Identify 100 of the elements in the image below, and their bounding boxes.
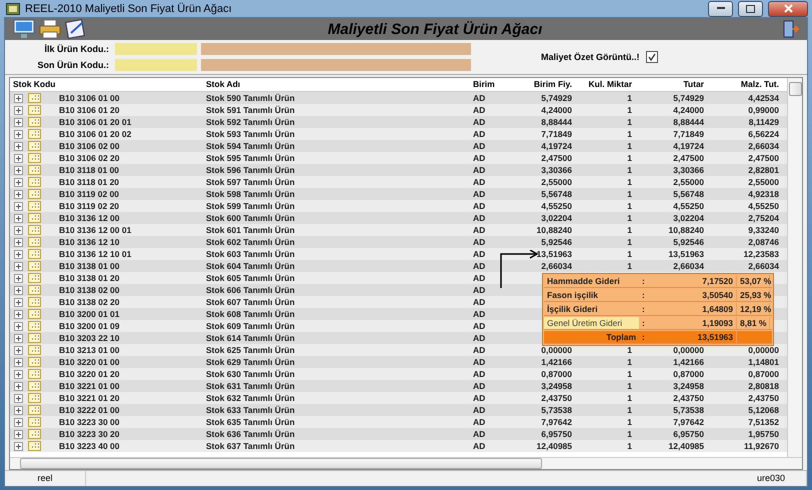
page-title: Maliyetli Son Fiyat Ürün Ağacı bbox=[326, 20, 544, 38]
table-cell-text: B10 3222 01 00 bbox=[58, 404, 120, 416]
table-cell-text: AD bbox=[472, 308, 486, 320]
table-cell-text: 5,92546 bbox=[672, 236, 705, 248]
column-header[interactable]: Tutar bbox=[635, 78, 707, 91]
table-cell-text: 2,75204 bbox=[747, 212, 780, 224]
table-cell-text: 4,24000 bbox=[540, 104, 573, 116]
table-cell-text: 3,24958 bbox=[540, 380, 573, 392]
table-cell-text: 4,19724 bbox=[672, 140, 705, 152]
table-cell-text: Stok 590 Tanımlı Ürün bbox=[205, 92, 296, 104]
table-cell-text: 2,43750 bbox=[540, 392, 573, 404]
table-cell-text: Stok 601 Tanımlı Ürün bbox=[205, 224, 296, 236]
table-cell-text: 2,55000 bbox=[672, 176, 705, 188]
cost-value: 3,50540 bbox=[659, 289, 737, 301]
table-cell-text: 1 bbox=[626, 392, 633, 404]
cost-percent: 12,19 % bbox=[737, 303, 770, 315]
table-cell-text: 1 bbox=[626, 344, 633, 356]
table-cell-text: 0,00000 bbox=[747, 344, 780, 356]
table-cell-text: Stok 630 Tanımlı Ürün bbox=[205, 368, 296, 380]
column-header[interactable]: Stok Kodu bbox=[10, 78, 203, 91]
table-cell-text: Stok 605 Tanımlı Ürün bbox=[205, 272, 296, 284]
table-cell-text: 4,24000 bbox=[672, 104, 705, 116]
table-cell-text: AD bbox=[472, 164, 486, 176]
table-cell-text: 2,43750 bbox=[672, 392, 705, 404]
table-cell-text: B10 3118 01 20 bbox=[58, 176, 120, 188]
table-cell-text: B10 3106 01 20 bbox=[58, 104, 120, 116]
colon-text: : bbox=[641, 303, 646, 315]
table-cell-text: 3,30366 bbox=[672, 164, 705, 176]
table-cell-text: 1 bbox=[626, 404, 633, 416]
column-header[interactable]: Birim Fiy. bbox=[510, 78, 575, 91]
table-cell-text: 5,92546 bbox=[540, 236, 573, 248]
table-cell-text: 1 bbox=[626, 188, 633, 200]
table-cell-text: AD bbox=[472, 176, 486, 188]
table-cell-text: AD bbox=[472, 296, 486, 308]
table-cell-text: Stok 595 Tanımlı Ürün bbox=[205, 152, 296, 164]
table-cell-text: 5,73538 bbox=[672, 404, 705, 416]
cost-percent: 8,81 % bbox=[737, 317, 770, 329]
table-cell-text: AD bbox=[472, 140, 486, 152]
table-cell-text: Stok 625 Tanımlı Ürün bbox=[205, 344, 296, 356]
table-cell-text: AD bbox=[472, 248, 486, 260]
table-cell-text: 5,74929 bbox=[540, 92, 573, 104]
window-title: REEL-2010 Maliyetli Son Fiyat Ürün Ağacı bbox=[25, 2, 233, 14]
table-cell-text: 0,87000 bbox=[747, 368, 780, 380]
status-text: ure030 bbox=[736, 471, 807, 486]
table-cell-text: B10 3223 40 00 bbox=[58, 440, 120, 452]
table-cell-text: Stok 596 Tanımlı Ürün bbox=[205, 164, 296, 176]
table-cell-text: AD bbox=[472, 236, 486, 248]
cost-label: Hammadde Gideri bbox=[546, 275, 621, 287]
total-label: Toplam bbox=[605, 331, 637, 343]
table-cell-text: 4,42534 bbox=[747, 92, 780, 104]
table-cell-text: 5,56748 bbox=[540, 188, 573, 200]
column-header[interactable]: Kul. Miktar bbox=[575, 78, 635, 91]
cost-value: 7,17520 bbox=[659, 275, 737, 287]
table-cell-text: 1 bbox=[626, 380, 633, 392]
table-cell-text: B10 3203 22 10 bbox=[58, 332, 120, 344]
table-cell-text: AD bbox=[472, 272, 486, 284]
table-cell-text: B10 3106 01 20 02 bbox=[58, 128, 132, 140]
table-cell-text: 2,66034 bbox=[672, 260, 705, 272]
table-cell-text: AD bbox=[472, 332, 486, 344]
status-text: reel bbox=[5, 471, 86, 486]
table-cell-text: 1,14801 bbox=[747, 356, 780, 368]
colon-text: : bbox=[641, 275, 646, 287]
column-header[interactable]: Birim bbox=[470, 78, 510, 91]
table-cell-text: B10 3138 02 20 bbox=[58, 296, 120, 308]
table-cell-text: 1 bbox=[626, 200, 633, 212]
table-cell-text: 7,97642 bbox=[672, 416, 705, 428]
column-header[interactable]: Malz. Tut. bbox=[707, 78, 782, 91]
column-header[interactable]: Stok Adı bbox=[203, 78, 470, 91]
table-cell-text: 2,47500 bbox=[672, 152, 705, 164]
table-cell-text: 1 bbox=[626, 440, 633, 452]
table-cell-text: B10 3136 12 10 01 bbox=[58, 248, 132, 260]
table-cell-text: Stok 607 Tanımlı Ürün bbox=[205, 296, 296, 308]
table-cell-text: Stok 597 Tanımlı Ürün bbox=[205, 176, 296, 188]
table-cell-text: 3,02204 bbox=[672, 212, 705, 224]
table-cell-text: AD bbox=[472, 368, 486, 380]
table-cell-text: AD bbox=[472, 152, 486, 164]
cost-label: Fason işçilik bbox=[546, 289, 600, 301]
table-cell-text: AD bbox=[472, 200, 486, 212]
table-cell-text: B10 3119 02 20 bbox=[58, 200, 120, 212]
table-cell-text: B10 3119 02 00 bbox=[58, 188, 120, 200]
table-cell-text: B10 3221 01 00 bbox=[58, 380, 120, 392]
table-cell-text: AD bbox=[472, 380, 486, 392]
table-cell-text: Stok 632 Tanımlı Ürün bbox=[205, 392, 296, 404]
table-cell-text: 4,55250 bbox=[540, 200, 573, 212]
table-cell-text: 2,66034 bbox=[747, 260, 780, 272]
table-cell-text: AD bbox=[472, 92, 486, 104]
table-cell-text: 1 bbox=[626, 116, 633, 128]
table-cell-text: Stok 637 Tanımlı Ürün bbox=[205, 440, 296, 452]
table-cell-text: 0,00000 bbox=[540, 344, 573, 356]
colon-text: : bbox=[641, 289, 646, 301]
table-cell-text: 5,12068 bbox=[747, 404, 780, 416]
table-cell-text: Stok 614 Tanımlı Ürün bbox=[205, 332, 296, 344]
table-cell-text: B10 3200 01 01 bbox=[58, 308, 120, 320]
table-cell-text: 4,19724 bbox=[540, 140, 573, 152]
table-cell-text: 5,73538 bbox=[540, 404, 573, 416]
table-cell-text: 12,40985 bbox=[668, 440, 705, 452]
table-cell-text: 1 bbox=[626, 212, 633, 224]
checkbox-label: Maliyet Özet Görüntü..! bbox=[541, 51, 640, 63]
table-cell-text: 0,87000 bbox=[540, 368, 573, 380]
table-cell-text: 12,40985 bbox=[536, 440, 573, 452]
